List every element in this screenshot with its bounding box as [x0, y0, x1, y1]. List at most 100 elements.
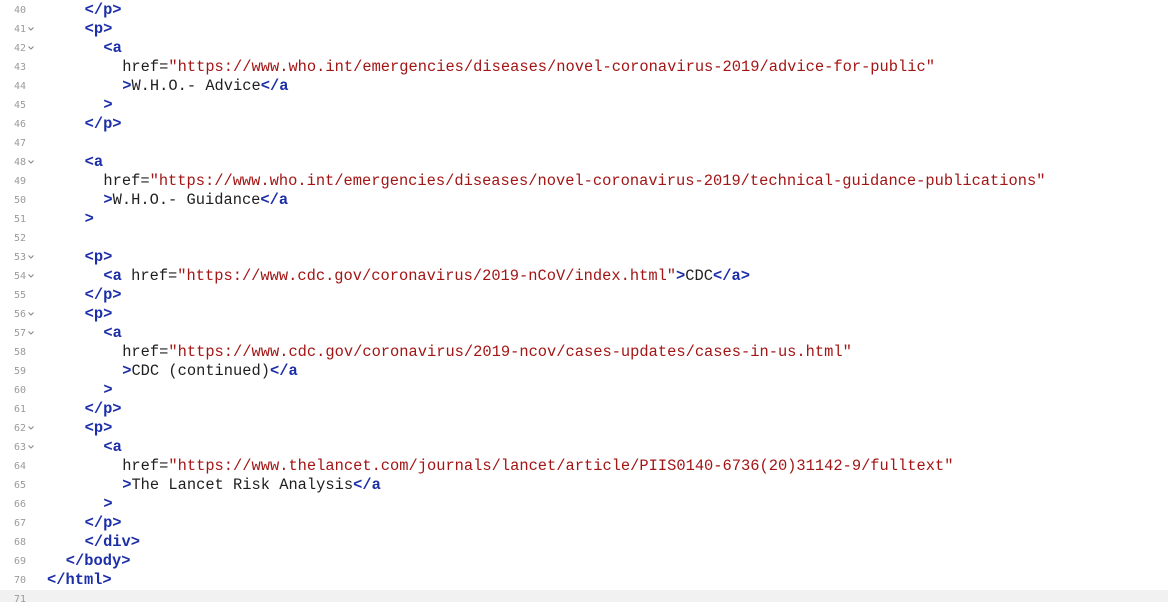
line-code[interactable]: > — [103, 495, 112, 514]
line-gutter: 63 — [0, 438, 36, 457]
line-code[interactable]: > — [103, 381, 112, 400]
code-line[interactable]: 70 </html> — [0, 571, 1168, 590]
line-gutter: 52 — [0, 229, 36, 248]
line-code[interactable]: <p> — [85, 20, 113, 39]
chevron-down-icon[interactable] — [27, 423, 35, 433]
code-line[interactable]: 61 </p> — [0, 400, 1168, 419]
line-number: 60 — [13, 385, 26, 396]
code-line[interactable]: 44 >W.H.O.- Advice</a — [0, 77, 1168, 96]
line-number: 69 — [13, 556, 26, 567]
code-tag: <a — [103, 39, 122, 57]
code-tag: </a> — [713, 267, 750, 285]
line-code[interactable]: </p> — [85, 115, 122, 134]
code-line[interactable]: 41 <p> — [0, 20, 1168, 39]
line-code[interactable]: </html> — [47, 571, 112, 590]
line-code[interactable]: > — [85, 210, 94, 229]
line-number: 40 — [13, 5, 26, 16]
line-code[interactable]: href="https://www.cdc.gov/coronavirus/20… — [122, 343, 852, 362]
line-code[interactable]: <a — [103, 324, 121, 343]
code-line[interactable]: 59 >CDC (continued)</a — [0, 362, 1168, 381]
line-code[interactable]: <p> — [85, 305, 113, 324]
chevron-down-icon[interactable] — [27, 43, 35, 53]
code-line[interactable]: 42 <a — [0, 39, 1168, 58]
chevron-down-icon[interactable] — [27, 309, 35, 319]
code-line[interactable]: 69 </body> — [0, 552, 1168, 571]
code-line[interactable]: 47 — [0, 134, 1168, 153]
code-line[interactable]: 40 </p> — [0, 1, 1168, 20]
line-code[interactable]: </body> — [66, 552, 131, 571]
code-line[interactable]: 53 <p> — [0, 248, 1168, 267]
line-code[interactable]: >The Lancet Risk Analysis</a — [122, 476, 381, 495]
line-code[interactable]: href="https://www.who.int/emergencies/di… — [122, 58, 935, 77]
code-line[interactable]: 67 </p> — [0, 514, 1168, 533]
code-line[interactable]: 54 <a href="https://www.cdc.gov/coronavir… — [0, 267, 1168, 286]
line-code[interactable]: </div> — [85, 533, 140, 552]
line-code[interactable]: >W.H.O.- Advice</a — [122, 77, 288, 96]
line-number: 47 — [13, 138, 26, 149]
line-code[interactable]: </p> — [85, 514, 122, 533]
code-line[interactable]: 43 href="https://www.who.int/emergencies/… — [0, 58, 1168, 77]
line-code[interactable]: <a — [85, 153, 103, 172]
code-attribute: href= — [122, 58, 169, 76]
code-text: The Lancet Risk Analysis — [131, 476, 354, 494]
code-line[interactable]: 48 <a — [0, 153, 1168, 172]
line-code[interactable]: <a href="https://www.cdc.gov/coronavirus… — [103, 267, 750, 286]
code-text: W.H.O.- Guidance — [112, 191, 261, 209]
line-code[interactable]: </p> — [85, 400, 122, 419]
line-code[interactable]: href="https://www.thelancet.com/journals… — [122, 457, 953, 476]
line-code[interactable]: </p> — [85, 1, 122, 20]
code-tag: </p> — [84, 400, 122, 418]
chevron-down-icon[interactable] — [27, 157, 35, 167]
line-code[interactable]: > — [103, 96, 112, 115]
line-gutter: 46 — [0, 115, 36, 134]
code-line[interactable]: 62 <p> — [0, 419, 1168, 438]
code-string: "https://www.cdc.gov/coronavirus/2019-nc… — [168, 343, 852, 361]
code-line[interactable]: 58 href="https://www.cdc.gov/coronavirus/… — [0, 343, 1168, 362]
code-line[interactable]: 63 <a — [0, 438, 1168, 457]
line-code[interactable]: >W.H.O.- Guidance</a — [103, 191, 288, 210]
line-code[interactable]: <p> — [85, 248, 113, 267]
code-line[interactable]: 57 <a — [0, 324, 1168, 343]
line-gutter: 68 — [0, 533, 36, 552]
code-line[interactable]: 52 — [0, 229, 1168, 248]
line-number: 68 — [13, 537, 26, 548]
code-line[interactable]: 64 href="https://www.thelancet.com/journa… — [0, 457, 1168, 476]
line-number: 48 — [13, 157, 26, 168]
line-number: 44 — [13, 81, 26, 92]
line-number: 53 — [13, 252, 26, 263]
line-code[interactable]: <p> — [85, 419, 113, 438]
line-number: 55 — [13, 290, 26, 301]
line-gutter: 51 — [0, 210, 36, 229]
code-line[interactable]: 51 > — [0, 210, 1168, 229]
code-line[interactable]: 71 — [0, 590, 1168, 602]
line-code[interactable]: </p> — [85, 286, 122, 305]
chevron-down-icon[interactable] — [27, 328, 35, 338]
code-tag: </a — [260, 191, 289, 209]
line-gutter: 58 — [0, 343, 36, 362]
chevron-down-icon[interactable] — [27, 271, 35, 281]
code-line[interactable]: 66 > — [0, 495, 1168, 514]
line-gutter: 60 — [0, 381, 36, 400]
code-line[interactable]: 55 </p> — [0, 286, 1168, 305]
line-code[interactable]: >CDC (continued)</a — [122, 362, 298, 381]
code-tag: <p> — [84, 248, 113, 266]
code-line[interactable]: 45 > — [0, 96, 1168, 115]
code-line[interactable]: 46 </p> — [0, 115, 1168, 134]
code-line[interactable]: 68 </div> — [0, 533, 1168, 552]
chevron-down-icon[interactable] — [27, 442, 35, 452]
code-editor[interactable]: 40 </p> 41 <p> 42 <a 43 href="https://www.who.i… — [0, 0, 1168, 602]
line-code[interactable]: <a — [103, 438, 121, 457]
code-line[interactable]: 65 >The Lancet Risk Analysis</a — [0, 476, 1168, 495]
line-code[interactable]: <a — [103, 39, 121, 58]
code-line[interactable]: 49 href="https://www.who.int/emergencies/… — [0, 172, 1168, 191]
chevron-down-icon[interactable] — [27, 252, 35, 262]
line-gutter: 65 — [0, 476, 36, 495]
line-code[interactable]: href="https://www.who.int/emergencies/di… — [103, 172, 1045, 191]
line-gutter: 54 — [0, 267, 36, 286]
code-line[interactable]: 50 >W.H.O.- Guidance</a — [0, 191, 1168, 210]
line-gutter: 50 — [0, 191, 36, 210]
chevron-down-icon[interactable] — [27, 24, 35, 34]
code-line[interactable]: 60 > — [0, 381, 1168, 400]
code-line[interactable]: 56 <p> — [0, 305, 1168, 324]
line-number: 54 — [13, 271, 26, 282]
